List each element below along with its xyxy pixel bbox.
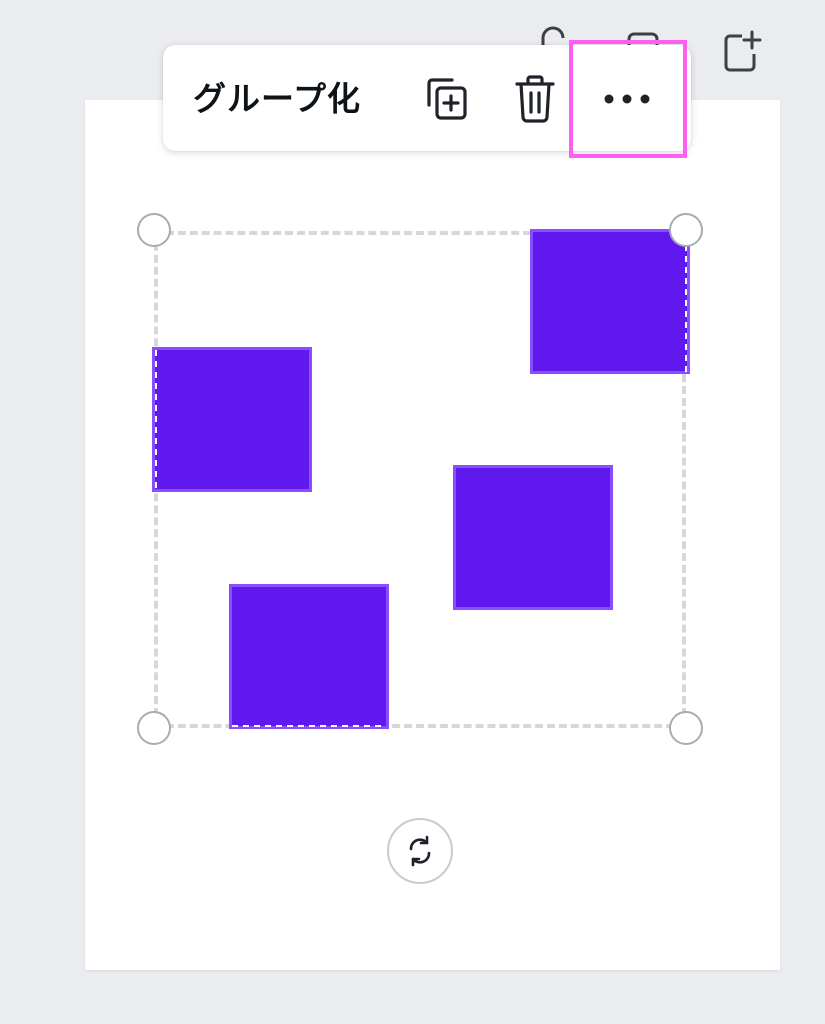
resize-handle-top-right[interactable] bbox=[669, 213, 703, 247]
resize-handle-bottom-left[interactable] bbox=[137, 711, 171, 745]
group-button[interactable]: グループ化 bbox=[193, 79, 361, 119]
rotate-icon bbox=[409, 835, 431, 867]
duplicate-icon bbox=[427, 78, 467, 120]
resize-handle-top-left[interactable] bbox=[137, 213, 171, 247]
highlight-box bbox=[569, 40, 687, 158]
rotate-button[interactable] bbox=[387, 818, 453, 884]
trash-icon bbox=[515, 75, 555, 123]
delete-button[interactable] bbox=[503, 69, 567, 129]
duplicate-button[interactable] bbox=[415, 69, 479, 129]
resize-handle-bottom-right[interactable] bbox=[669, 711, 703, 745]
